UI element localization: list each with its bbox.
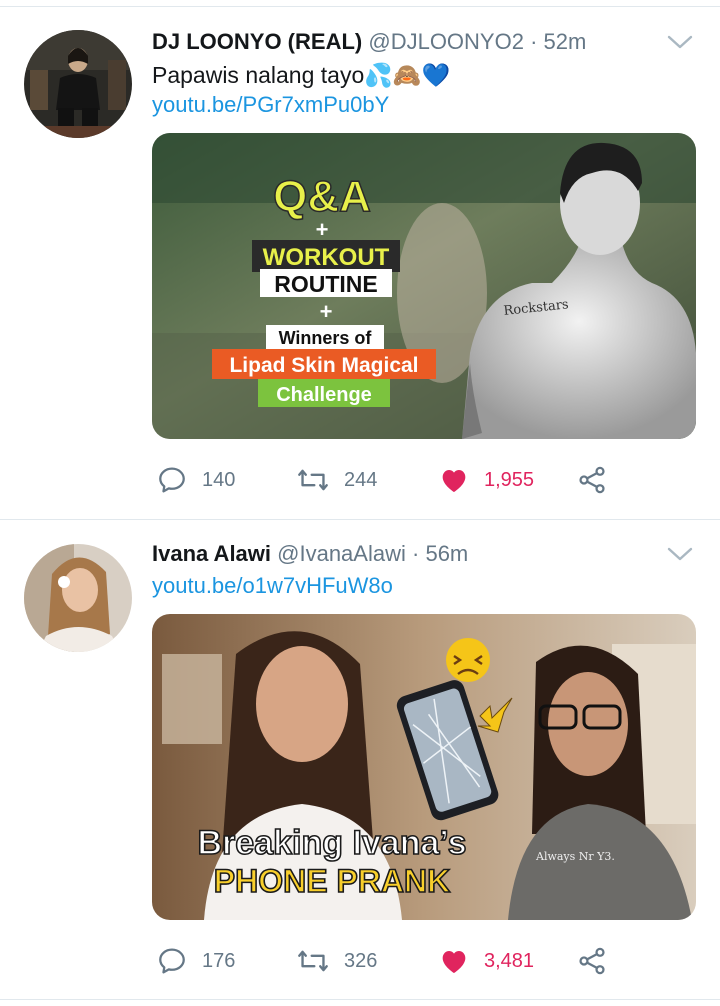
reply-icon bbox=[159, 467, 185, 493]
display-name[interactable]: Ivana Alawi bbox=[152, 541, 271, 566]
tweet-link[interactable]: youtu.be/PGr7xmPu0bY bbox=[152, 90, 389, 120]
share-button[interactable] bbox=[576, 460, 608, 500]
like-count: 1,955 bbox=[484, 468, 535, 491]
thumbnail-line-lipad: Lipad Skin Magical bbox=[229, 354, 418, 377]
heart-icon bbox=[442, 470, 466, 492]
tweet[interactable]: DJ LOONYO (REAL) @DJLOONYO2 · 52m Papawi… bbox=[0, 0, 720, 520]
tweet-text: Papawis nalang tayo💦🙈💙 bbox=[152, 62, 451, 88]
tweet[interactable]: Ivana Alawi @IvanaAlawi · 56m youtu.be/o… bbox=[0, 520, 720, 1000]
thumbnail-plus: + bbox=[316, 217, 329, 242]
avatar[interactable] bbox=[24, 30, 132, 138]
reply-button[interactable]: 176 bbox=[156, 941, 235, 981]
reply-count: 176 bbox=[202, 949, 236, 972]
timestamp[interactable]: 56m bbox=[425, 541, 468, 566]
tweet-header: Ivana Alawi @IvanaAlawi · 56m bbox=[152, 539, 660, 569]
retweet-count: 244 bbox=[344, 468, 378, 491]
retweet-button[interactable]: 244 bbox=[296, 460, 377, 500]
tweet-link[interactable]: youtu.be/o1w7vHFuW8o bbox=[152, 571, 393, 601]
display-name[interactable]: DJ LOONYO (REAL) bbox=[152, 29, 362, 54]
retweet-icon bbox=[298, 469, 328, 491]
separator-dot: · bbox=[412, 541, 420, 566]
separator-dot: · bbox=[530, 29, 538, 54]
share-icon bbox=[579, 466, 605, 494]
retweet-count: 326 bbox=[344, 949, 378, 972]
thumbnail-line-routine: ROUTINE bbox=[274, 271, 378, 297]
video-thumbnail[interactable]: Rockstars Q&A + WORKOUT ROUTINE + Winner… bbox=[152, 133, 696, 439]
thumbnail-plus-2: + bbox=[320, 299, 333, 324]
video-thumbnail[interactable]: Always Nr Y3. Breaking Ivana’s PHONE PRA… bbox=[152, 614, 696, 920]
username[interactable]: @IvanaAlawi bbox=[277, 541, 406, 566]
tweet-actions: 140 244 1,955 bbox=[152, 460, 622, 500]
thumbnail-shirt-text: Always Nr Y3. bbox=[535, 850, 615, 863]
like-button[interactable]: 3,481 bbox=[438, 941, 534, 981]
chevron-down-icon[interactable] bbox=[666, 544, 694, 564]
tweet-header: DJ LOONYO (REAL) @DJLOONYO2 · 52m bbox=[152, 27, 660, 57]
thumbnail-subtitle: PHONE PRANK bbox=[214, 863, 450, 899]
timestamp[interactable]: 52m bbox=[544, 29, 587, 54]
reply-count: 140 bbox=[202, 468, 236, 491]
reply-button[interactable]: 140 bbox=[156, 460, 235, 500]
tweet-actions: 176 326 3,481 bbox=[152, 941, 622, 981]
share-icon bbox=[579, 947, 605, 975]
bottom-divider bbox=[0, 999, 720, 1000]
thumbnail-line-winners: Winners of bbox=[279, 328, 373, 348]
thumbnail-title: Breaking Ivana’s bbox=[198, 824, 467, 862]
thumbnail-line-workout: WORKOUT bbox=[263, 244, 390, 271]
heart-icon bbox=[442, 951, 466, 973]
like-count: 3,481 bbox=[484, 949, 535, 972]
share-button[interactable] bbox=[576, 941, 608, 981]
chevron-down-icon[interactable] bbox=[666, 32, 694, 52]
retweet-button[interactable]: 326 bbox=[296, 941, 377, 981]
reply-icon bbox=[159, 948, 185, 974]
thumbnail-title: Q&A bbox=[273, 172, 371, 221]
avatar[interactable] bbox=[24, 544, 132, 652]
username[interactable]: @DJLOONYO2 bbox=[368, 29, 524, 54]
retweet-icon bbox=[298, 950, 328, 972]
like-button[interactable]: 1,955 bbox=[438, 460, 534, 500]
thumbnail-line-challenge: Challenge bbox=[276, 384, 372, 406]
